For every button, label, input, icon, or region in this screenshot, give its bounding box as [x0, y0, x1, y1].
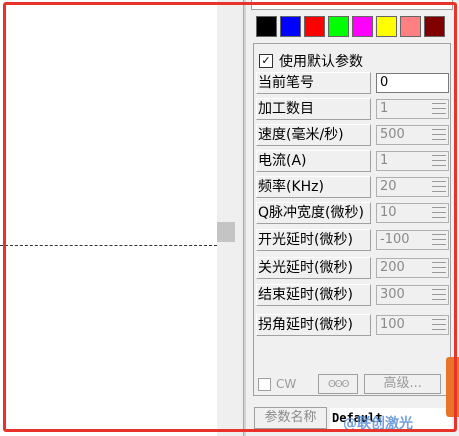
highlight-frame: [3, 2, 457, 432]
